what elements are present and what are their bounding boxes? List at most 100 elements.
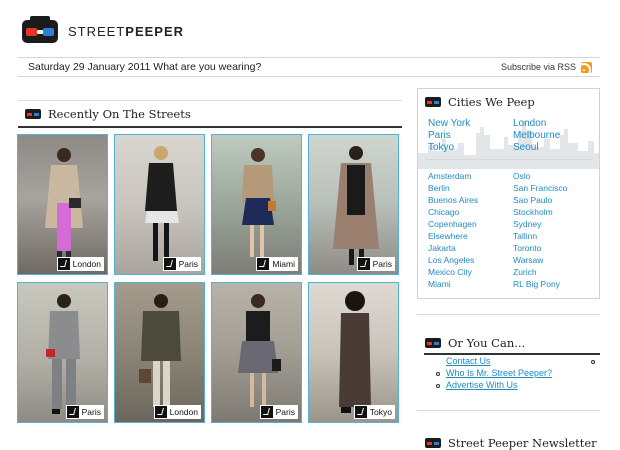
- city-tag-label: Paris: [275, 407, 295, 417]
- street-photo-tile[interactable]: Paris: [114, 134, 205, 275]
- street-photo-tile[interactable]: Miami: [211, 134, 302, 275]
- city-link-new-york[interactable]: New York: [428, 118, 470, 129]
- person-photo: [139, 294, 181, 407]
- cities-we-peep-box: Cities We Peep New York London Paris Mel…: [417, 88, 600, 299]
- city-link[interactable]: Los Angeles: [428, 255, 474, 265]
- newsletter-title: Street Peeper Newsletter: [448, 436, 597, 450]
- city-link-tokyo[interactable]: Tokyo: [428, 142, 454, 153]
- city-link[interactable]: Toronto: [513, 243, 541, 253]
- city-link-london[interactable]: London: [513, 118, 546, 129]
- section-underline: [424, 353, 600, 355]
- cities-divider: [426, 159, 593, 160]
- cities-section-title: Cities We Peep: [448, 95, 535, 109]
- viewmaster-icon: [425, 438, 441, 448]
- camera-tag-icon: [163, 258, 176, 270]
- street-photo-grid: London Paris Miami Paris Paris London Pa…: [17, 134, 403, 424]
- person-photo: [242, 148, 276, 257]
- city-link[interactable]: San Francisco: [513, 183, 567, 193]
- or-you-can-header: Or You Can...: [424, 336, 525, 350]
- or-you-can-title: Or You Can...: [448, 336, 526, 350]
- camera-tag-icon: [66, 406, 79, 418]
- city-tag: Paris: [162, 257, 201, 271]
- city-tag-label: Paris: [81, 407, 101, 417]
- city-tag: Paris: [259, 405, 298, 419]
- section-underline: [18, 126, 402, 128]
- camera-tag-icon: [154, 406, 167, 418]
- list-bullet: [436, 372, 440, 376]
- date-bar: Saturday 29 January 2011 What are you we…: [18, 57, 600, 77]
- city-link[interactable]: Oslo: [513, 171, 530, 181]
- city-tag-label: Paris: [372, 259, 392, 269]
- city-tag-label: Miami: [272, 259, 295, 269]
- city-link-paris[interactable]: Paris: [428, 130, 451, 141]
- city-link[interactable]: Copenhagen: [428, 219, 477, 229]
- sidebar-divider: [417, 314, 600, 315]
- city-link[interactable]: Stockholm: [513, 207, 553, 217]
- person-photo: [333, 146, 379, 265]
- viewmaster-icon: [425, 338, 441, 348]
- camera-tag-icon: [357, 258, 370, 270]
- brand-word-light: STREET: [68, 23, 126, 39]
- cities-section-header: Cities We Peep: [424, 95, 535, 109]
- city-link[interactable]: Miami: [428, 279, 451, 289]
- city-link[interactable]: Warsaw: [513, 255, 543, 265]
- viewmaster-logo-icon: [22, 16, 58, 43]
- person-photo: [339, 291, 371, 413]
- city-link[interactable]: Amsterdam: [428, 171, 471, 181]
- list-bullet: [591, 360, 595, 364]
- subscribe-rss-label: Subscribe via RSS: [500, 62, 576, 72]
- street-photo-tile[interactable]: Paris: [308, 134, 399, 275]
- city-tag-label: London: [72, 259, 101, 269]
- viewmaster-icon: [425, 97, 441, 107]
- rss-icon: [581, 61, 592, 73]
- section-divider: [18, 100, 402, 101]
- viewmaster-icon: [25, 109, 41, 119]
- about-link[interactable]: Who Is Mr. Street Peeper?: [446, 368, 552, 378]
- contact-us-link[interactable]: Contact Us: [446, 356, 491, 366]
- city-tag-label: London: [169, 407, 198, 417]
- camera-tag-icon: [260, 406, 273, 418]
- city-link-melbourne[interactable]: Melbourne: [513, 130, 560, 141]
- sidebar-divider: [417, 410, 600, 411]
- street-photo-tile[interactable]: Tokyo: [308, 282, 399, 423]
- date-tagline: Saturday 29 January 2011 What are you we…: [28, 61, 262, 73]
- city-tag: London: [56, 257, 104, 271]
- street-photo-tile[interactable]: London: [17, 134, 108, 275]
- street-photo-tile[interactable]: London: [114, 282, 205, 423]
- city-tag: London: [153, 405, 201, 419]
- brand-word-bold: PEEPER: [125, 23, 185, 39]
- person-photo: [238, 294, 281, 407]
- city-link[interactable]: Sydney: [513, 219, 541, 229]
- city-tag: Paris: [65, 405, 104, 419]
- city-link[interactable]: Elsewhere: [428, 231, 468, 241]
- city-link[interactable]: Tallinn: [513, 231, 537, 241]
- city-tag: Miami: [256, 257, 298, 271]
- city-link[interactable]: Mexico City: [428, 267, 472, 277]
- city-link[interactable]: Zurich: [513, 267, 537, 277]
- city-link[interactable]: Chicago: [428, 207, 459, 217]
- list-bullet: [436, 384, 440, 388]
- city-tag-label: Paris: [178, 259, 198, 269]
- city-tag: Tokyo: [353, 405, 395, 419]
- street-photo-tile[interactable]: Paris: [17, 282, 108, 423]
- advertise-link[interactable]: Advertise With Us: [446, 380, 518, 390]
- city-link[interactable]: Berlin: [428, 183, 450, 193]
- city-link[interactable]: Buenos Aires: [428, 195, 478, 205]
- street-photo-tile[interactable]: Paris: [211, 282, 302, 423]
- city-link[interactable]: RL Big Pony: [513, 279, 560, 289]
- city-link[interactable]: Jakarta: [428, 243, 456, 253]
- newsletter-header: Street Peeper Newsletter: [424, 436, 597, 450]
- camera-tag-icon: [257, 258, 270, 270]
- camera-tag-icon: [57, 258, 70, 270]
- recent-section-header: Recently On The Streets: [24, 107, 191, 121]
- city-tag-label: Tokyo: [369, 407, 392, 417]
- person-photo: [45, 148, 83, 265]
- city-tag: Paris: [356, 257, 395, 271]
- subscribe-rss-link[interactable]: Subscribe via RSS: [500, 61, 592, 73]
- city-link-seoul[interactable]: Seoul: [513, 142, 539, 153]
- city-link[interactable]: Sao Paulo: [513, 195, 552, 205]
- site-logo[interactable]: STREETPEEPER: [18, 16, 184, 46]
- person-photo: [46, 294, 80, 414]
- recent-section-title: Recently On The Streets: [48, 107, 191, 121]
- brand-wordmark: STREETPEEPER: [68, 24, 184, 39]
